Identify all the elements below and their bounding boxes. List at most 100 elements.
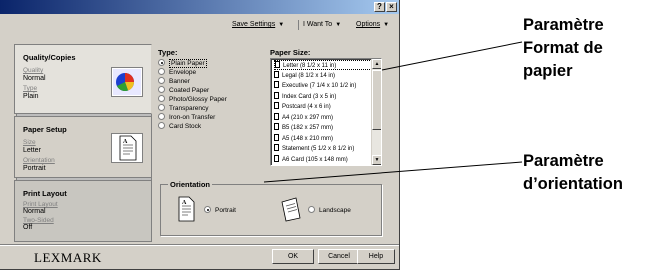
size-link[interactable]: Size bbox=[23, 139, 36, 146]
paper-size-item[interactable]: Letter (8 1/2 x 11 in) bbox=[274, 60, 372, 70]
paper-size-label: A6 Card (105 x 148 mm) bbox=[282, 156, 348, 163]
scroll-thumb[interactable] bbox=[372, 70, 381, 130]
scroll-up-button[interactable]: ▲ bbox=[372, 59, 381, 69]
radio-selected-icon bbox=[204, 206, 211, 213]
tab-print-layout[interactable]: Print Layout Print Layout Normal Two-Sid… bbox=[14, 180, 152, 242]
document-icon: A bbox=[111, 133, 143, 163]
page-icon bbox=[274, 81, 279, 88]
options-menu[interactable]: Options ▼ bbox=[356, 18, 389, 32]
type-radio-option[interactable]: Photo/Glossy Paper bbox=[158, 95, 227, 104]
i-want-to-label: I Want To bbox=[303, 21, 333, 28]
ok-button[interactable]: OK bbox=[272, 249, 314, 264]
page-icon bbox=[274, 102, 279, 109]
radio-empty-icon bbox=[158, 122, 165, 129]
cancel-button[interactable]: Cancel bbox=[318, 249, 360, 264]
page-icon bbox=[274, 154, 279, 162]
svg-text:A: A bbox=[182, 200, 187, 206]
quality-link[interactable]: Quality bbox=[23, 67, 43, 74]
paper-size-label: Statement (5 1/2 x 8 1/2 in) bbox=[282, 146, 355, 152]
pie-chart-document-icon bbox=[111, 67, 143, 97]
tab-paper-setup[interactable]: Paper Setup Size Letter Orientation Port… bbox=[14, 116, 152, 178]
paper-size-label: A5 (148 x 210 mm) bbox=[282, 135, 334, 142]
page-icon bbox=[274, 70, 279, 78]
paper-size-item[interactable]: A6 Card (105 x 148 mm) bbox=[274, 154, 372, 165]
type-group-label: Type: bbox=[158, 48, 178, 57]
page-icon bbox=[274, 91, 279, 99]
paper-size-item[interactable]: Executive (7 1/4 x 10 1/2 in) bbox=[274, 81, 372, 91]
type-option-label: Photo/Glossy Paper bbox=[169, 96, 227, 103]
type-radio-option[interactable]: Card Stock bbox=[158, 122, 201, 131]
paper-size-item[interactable]: A5 (148 x 210 mm) bbox=[274, 133, 372, 144]
page-icon bbox=[275, 61, 280, 68]
scroll-down-button[interactable]: ▼ bbox=[372, 155, 381, 165]
type-radio-option[interactable]: Transparency bbox=[158, 104, 209, 113]
paper-size-item[interactable]: Index Card (3 x 5 in) bbox=[274, 91, 372, 102]
paper-size-label: B5 (182 x 257 mm) bbox=[282, 125, 334, 131]
type-radio-option[interactable]: Banner bbox=[158, 77, 190, 86]
i-want-to-menu[interactable]: I Want To ▼ bbox=[303, 18, 341, 32]
page-icon bbox=[274, 112, 279, 120]
radio-empty-icon bbox=[158, 113, 165, 120]
portrait-label: Portrait bbox=[215, 207, 236, 214]
tab-title: Print Layout bbox=[23, 189, 67, 198]
type-option-label: Plain Paper bbox=[169, 59, 207, 68]
print-layout-value: Normal bbox=[23, 208, 46, 215]
quality-value: Normal bbox=[23, 75, 46, 82]
options-label: Options bbox=[356, 21, 381, 28]
paper-size-label: Paper Size: bbox=[270, 48, 311, 57]
paper-size-item[interactable]: B5 (182 x 257 mm) bbox=[274, 123, 372, 133]
close-button[interactable]: × bbox=[386, 2, 397, 12]
orientation-link[interactable]: Orientation bbox=[23, 157, 55, 164]
radio-empty-icon bbox=[308, 206, 315, 213]
callout-line: Paramètre bbox=[523, 152, 604, 170]
type-link[interactable]: Type bbox=[23, 85, 37, 92]
tab-quality-copies[interactable]: Quality/Copies Quality Normal Type Plain bbox=[14, 44, 152, 114]
paper-size-label: Letter (8 1/2 x 11 in) bbox=[283, 63, 337, 69]
type-option-label: Iron-on Transfer bbox=[169, 114, 216, 121]
type-option-label: Envelope bbox=[169, 69, 197, 76]
save-settings-menu[interactable]: Save Settings ▼ bbox=[232, 18, 284, 32]
help-button[interactable]: Help bbox=[357, 249, 395, 264]
type-radio-option[interactable]: Envelope bbox=[158, 68, 196, 77]
paper-size-item[interactable]: Legal (8 1/2 x 14 in) bbox=[274, 70, 372, 81]
two-sided-link[interactable]: Two-Sided bbox=[23, 217, 54, 224]
type-option-label: Transparency bbox=[169, 105, 209, 112]
menu-separator bbox=[298, 20, 299, 30]
paper-size-item[interactable]: A4 (210 x 297 mm) bbox=[274, 112, 372, 123]
type-radio-option[interactable]: Plain Paper bbox=[158, 59, 207, 68]
type-option-label: Card Stock bbox=[169, 123, 202, 130]
callout-line: Paramètre bbox=[523, 16, 604, 34]
print-layout-link[interactable]: Print Layout bbox=[23, 201, 58, 208]
page-icon bbox=[274, 133, 279, 141]
landscape-label: Landscape bbox=[319, 207, 351, 214]
paper-size-label: A4 (210 x 297 mm) bbox=[282, 114, 334, 121]
callout-line: d’orientation bbox=[523, 175, 623, 193]
paper-format-leader bbox=[381, 41, 523, 71]
page-icon bbox=[274, 123, 279, 130]
paper-size-item[interactable]: Postcard (4 x 6 in) bbox=[274, 102, 372, 112]
paper-format-callout: Paramètre Format de papier bbox=[523, 14, 661, 83]
paper-size-label: Index Card (3 x 5 in) bbox=[282, 93, 337, 100]
tab-title: Paper Setup bbox=[23, 125, 67, 134]
chevron-down-icon: ▼ bbox=[278, 22, 285, 28]
radio-empty-icon bbox=[158, 104, 165, 111]
paper-size-scrollbar[interactable]: ▲ ▼ bbox=[371, 59, 381, 165]
chevron-down-icon: ▼ bbox=[383, 22, 390, 28]
paper-size-label: Legal (8 1/2 x 14 in) bbox=[282, 72, 336, 79]
tab-title: Quality/Copies bbox=[23, 53, 76, 62]
portrait-radio[interactable]: Portrait bbox=[204, 206, 236, 216]
paper-size-item[interactable]: Statement (5 1/2 x 8 1/2 in) bbox=[274, 144, 372, 154]
type-radio-option[interactable]: Coated Paper bbox=[158, 86, 209, 95]
lexmark-logo: LEXMARK bbox=[34, 250, 102, 265]
type-radio-option[interactable]: Iron-on Transfer bbox=[158, 113, 215, 122]
landscape-radio[interactable]: Landscape bbox=[308, 206, 351, 216]
svg-text:A: A bbox=[123, 139, 128, 145]
radio-selected-icon bbox=[158, 59, 165, 66]
type-option-label: Banner bbox=[169, 78, 190, 85]
radio-empty-icon bbox=[158, 77, 165, 84]
orientation-callout: Paramètre d’orientation bbox=[523, 150, 661, 196]
radio-empty-icon bbox=[158, 68, 165, 75]
help-title-button[interactable]: ? bbox=[374, 2, 385, 12]
paper-size-listbox[interactable]: Letter (8 1/2 x 11 in) Legal (8 1/2 x 14 … bbox=[270, 58, 382, 166]
orientation-group-label: Orientation bbox=[168, 180, 213, 189]
